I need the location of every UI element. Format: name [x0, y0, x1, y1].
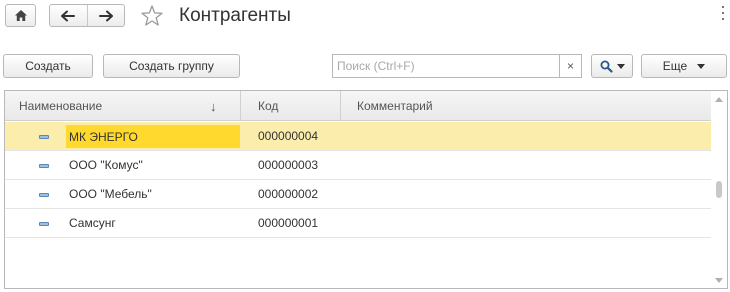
more-button[interactable]: Еще: [641, 54, 727, 78]
table-row[interactable]: ООО "Мебель" 000000002: [5, 180, 711, 209]
chevron-down-icon: [616, 63, 625, 69]
catalog-item-icon: [39, 135, 49, 139]
star-icon[interactable]: [140, 4, 164, 28]
name-cell[interactable]: Самсунг: [5, 209, 241, 237]
table-body: МК ЭНЕРГО 000000004 ООО "Комус" 00000000…: [5, 122, 711, 238]
name-value: МК ЭНЕРГО: [66, 125, 240, 148]
window-menu-icon[interactable]: [722, 6, 726, 20]
scrollbar-thumb[interactable]: [716, 181, 722, 198]
counterparties-table: Наименование ↓ Код Комментарий МК ЭНЕРГО…: [4, 90, 728, 289]
more-button-label: Еще: [662, 59, 688, 73]
name-cell[interactable]: ООО "Комус": [5, 151, 241, 179]
code-cell[interactable]: 000000001: [241, 209, 341, 237]
navigation-buttons: [49, 4, 125, 27]
scroll-down-icon[interactable]: [715, 278, 723, 283]
home-button[interactable]: [5, 4, 36, 27]
column-header-name[interactable]: Наименование ↓: [5, 91, 241, 120]
catalog-item-icon: [39, 193, 49, 197]
comment-cell[interactable]: [341, 180, 711, 208]
column-header-label: Наименование: [19, 98, 103, 113]
page-title: Контрагенты: [179, 5, 291, 26]
chevron-down-icon: [697, 63, 706, 69]
sort-down-icon: ↓: [210, 99, 217, 114]
code-cell[interactable]: 000000004: [241, 122, 341, 150]
name-cell[interactable]: ООО "Мебель": [5, 180, 241, 208]
comment-cell[interactable]: [341, 209, 711, 237]
table-header: Наименование ↓ Код Комментарий: [5, 91, 711, 121]
arrow-right-icon: [98, 10, 113, 21]
catalog-item-icon: [39, 164, 49, 168]
back-button[interactable]: [50, 5, 87, 26]
comment-cell[interactable]: [341, 151, 711, 179]
search-input[interactable]: Поиск (Ctrl+F): [332, 54, 559, 78]
create-button[interactable]: Создать: [3, 54, 93, 78]
code-cell[interactable]: 000000003: [241, 151, 341, 179]
table-row[interactable]: ООО "Комус" 000000003: [5, 151, 711, 180]
forward-button[interactable]: [86, 5, 124, 26]
name-value: Самсунг: [69, 216, 116, 230]
name-cell[interactable]: МК ЭНЕРГО: [5, 122, 241, 150]
name-value: ООО "Мебель": [69, 187, 152, 201]
table-row[interactable]: МК ЭНЕРГО 000000004: [5, 122, 711, 151]
vertical-scrollbar[interactable]: [711, 91, 727, 288]
comment-cell[interactable]: [341, 122, 711, 150]
column-header-code[interactable]: Код: [241, 91, 341, 120]
arrow-left-icon: [61, 10, 76, 21]
scroll-up-icon[interactable]: [715, 97, 723, 102]
search-options-button[interactable]: [591, 54, 633, 78]
code-cell[interactable]: 000000002: [241, 180, 341, 208]
catalog-item-icon: [39, 222, 49, 226]
column-header-label: Код: [258, 98, 279, 113]
search-clear-button[interactable]: ×: [559, 54, 582, 78]
create-group-button[interactable]: Создать группу: [103, 54, 240, 78]
search-icon: [600, 60, 613, 73]
column-header-comment[interactable]: Комментарий: [341, 91, 711, 120]
table-row[interactable]: Самсунг 000000001: [5, 209, 711, 238]
column-header-label: Комментарий: [357, 98, 433, 113]
name-value: ООО "Комус": [69, 158, 143, 172]
home-icon: [14, 10, 27, 21]
